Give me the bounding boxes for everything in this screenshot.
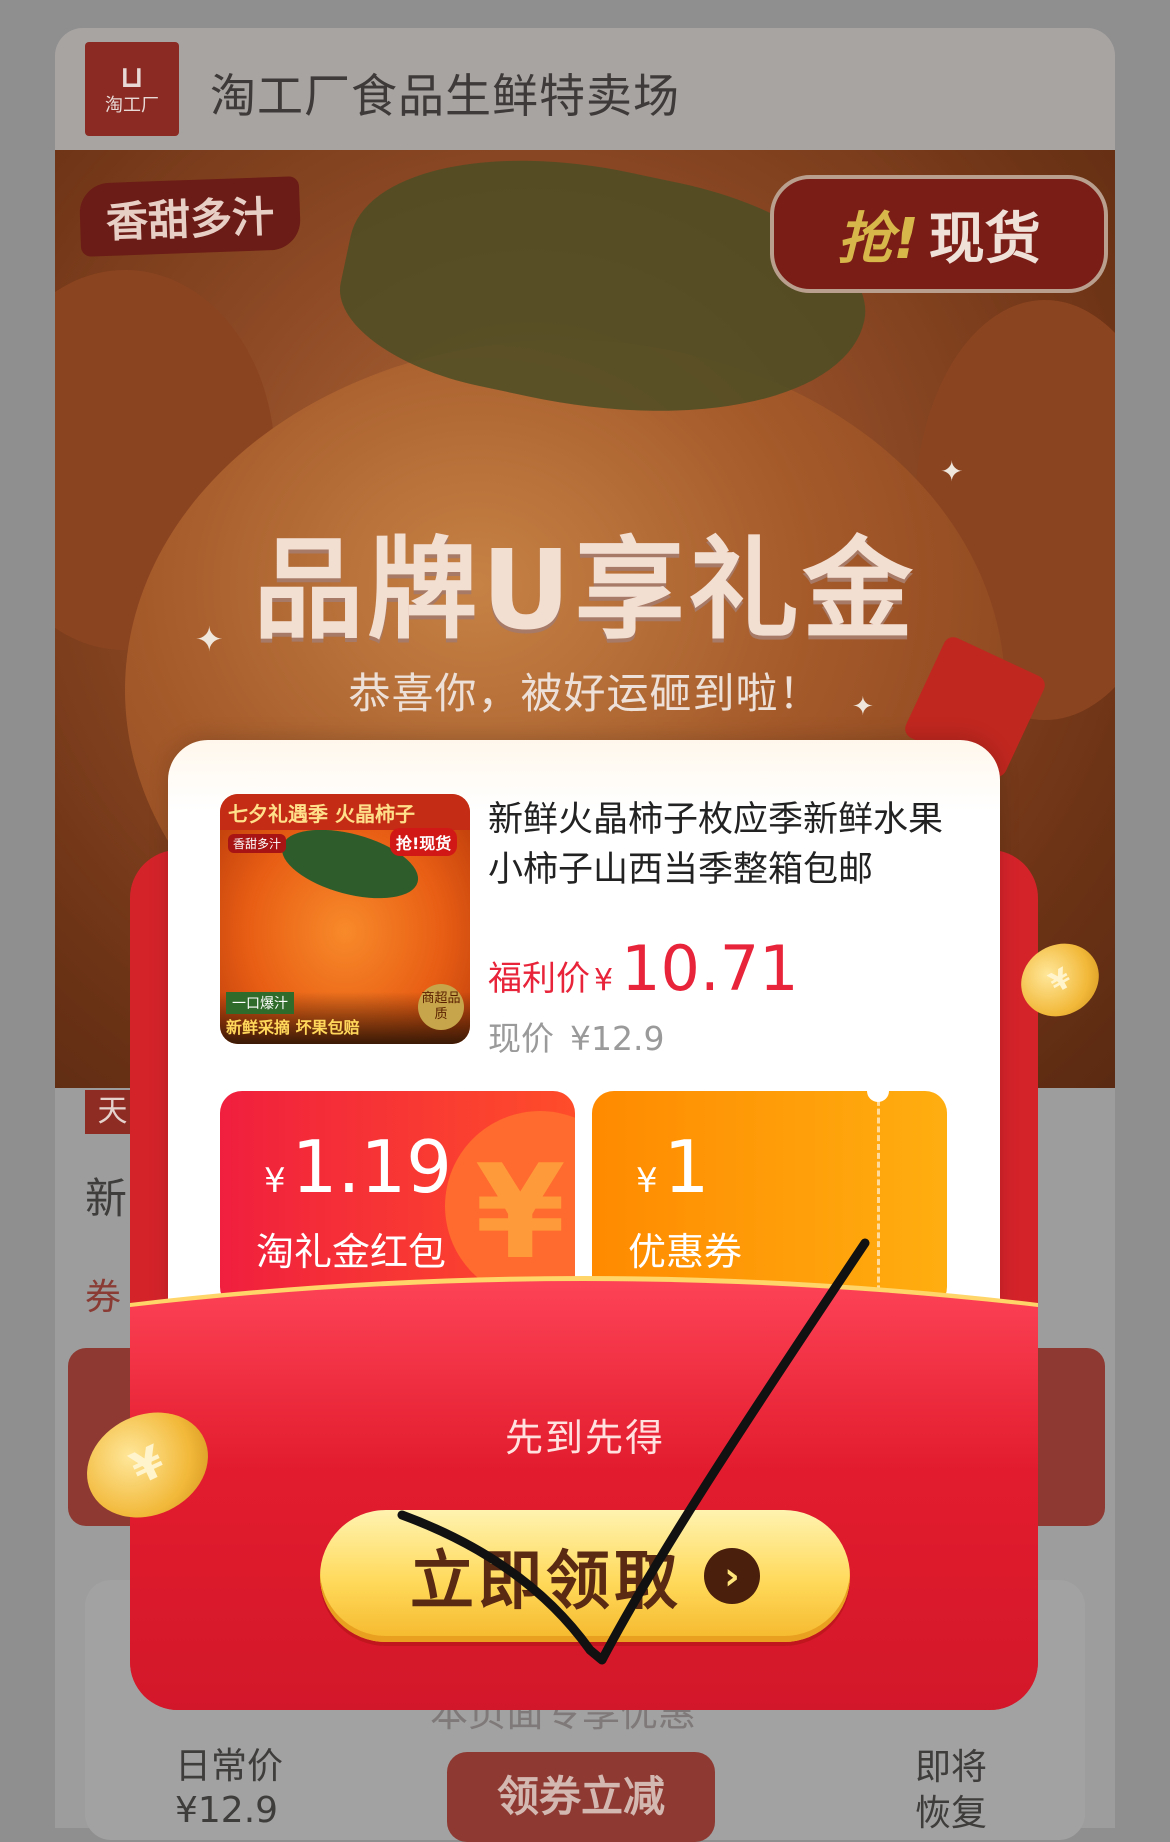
- store-title[interactable]: 淘工厂食品生鲜特卖场: [210, 60, 680, 126]
- hero-tag-grab-word: 抢!: [837, 206, 919, 272]
- hero-tag-grab: 抢! 现货: [770, 175, 1108, 293]
- bg-daily-price-value: ¥12.9: [175, 1790, 279, 1831]
- red-packet-value: 1.19: [291, 1125, 452, 1209]
- gift-title: 品牌U享礼金: [253, 526, 917, 654]
- hero-tag-sweet: 香甜多汁: [78, 176, 302, 257]
- bg-coupon-text: 券: [85, 1277, 122, 1318]
- store-logo[interactable]: ⊔ 淘工厂: [85, 42, 179, 136]
- image-quality-badge: 商超品质: [418, 984, 464, 1030]
- hero-tag-spot-word: 现货: [928, 206, 1041, 272]
- coin-yen: ¥: [122, 1435, 173, 1495]
- bg-soon-label: 即将: [915, 1747, 988, 1788]
- bg-soon-label-2: 恢复: [915, 1793, 988, 1834]
- claim-now-label: 立即领取: [410, 1545, 682, 1619]
- product-name[interactable]: 新鲜火晶柿子枚应季新鲜水果小柿子山西当季整箱包邮: [488, 795, 948, 895]
- image-bottom-text: 新鲜采摘 坏果包赔: [226, 1018, 360, 1037]
- bg-daily-price-label: 日常价: [175, 1746, 284, 1787]
- logo-glyph-icon: ⊔: [120, 60, 144, 95]
- bg-product-title: 新: [85, 1174, 128, 1223]
- image-bottom-tag: 一口爆汁: [226, 992, 294, 1014]
- sparkle-icon: ✦: [940, 455, 964, 488]
- red-packet-yen: ¥: [264, 1161, 286, 1201]
- logo-text: 淘工厂: [105, 95, 159, 116]
- welfare-price-value: 10.71: [621, 932, 799, 1005]
- bg-daily-price: 日常价 ¥12.9: [175, 1745, 283, 1833]
- discount-yen: ¥: [636, 1161, 658, 1201]
- coupon-notch-top: [867, 1091, 889, 1102]
- image-top-text: 七夕礼遇季 火晶柿子: [228, 802, 415, 826]
- discount-value: 1: [663, 1125, 710, 1209]
- image-sweet-tag: 香甜多汁: [228, 834, 287, 853]
- yen-icon: ¥: [475, 1136, 566, 1288]
- claim-now-button[interactable]: 立即领取 ›: [320, 1510, 850, 1642]
- chevron-right-icon: ›: [704, 1548, 760, 1604]
- welfare-price-label: 福利价: [488, 959, 590, 999]
- bg-reduce-button: 领券立减: [447, 1752, 715, 1842]
- image-spot-tag: 抢!现货: [390, 828, 458, 856]
- current-price-label: 现价: [488, 1019, 554, 1058]
- bg-soon-restore: 即将 恢复: [915, 1745, 987, 1837]
- current-price-value: ¥12.9: [570, 1019, 665, 1058]
- product-image[interactable]: 七夕礼遇季 火晶柿子 香甜多汁 抢!现货 一口爆汁 新鲜采摘 坏果包赔 商超品质: [220, 794, 470, 1044]
- sparkle-icon: ✦: [195, 620, 224, 660]
- current-price: 现价 ¥12.9: [488, 1012, 664, 1060]
- welfare-price-yen: ¥: [594, 963, 614, 998]
- sparkle-icon: ✦: [852, 692, 874, 722]
- coin-yen: ¥: [1043, 960, 1077, 1000]
- discount-amount: ¥1: [636, 1125, 709, 1209]
- gift-subtitle: 恭喜你，被好运砸到啦！: [348, 669, 822, 718]
- red-envelope-front: [130, 1275, 1038, 1710]
- welfare-price: 福利价 ¥ 10.71: [488, 932, 799, 1005]
- red-packet-amount: ¥1.19: [264, 1125, 452, 1209]
